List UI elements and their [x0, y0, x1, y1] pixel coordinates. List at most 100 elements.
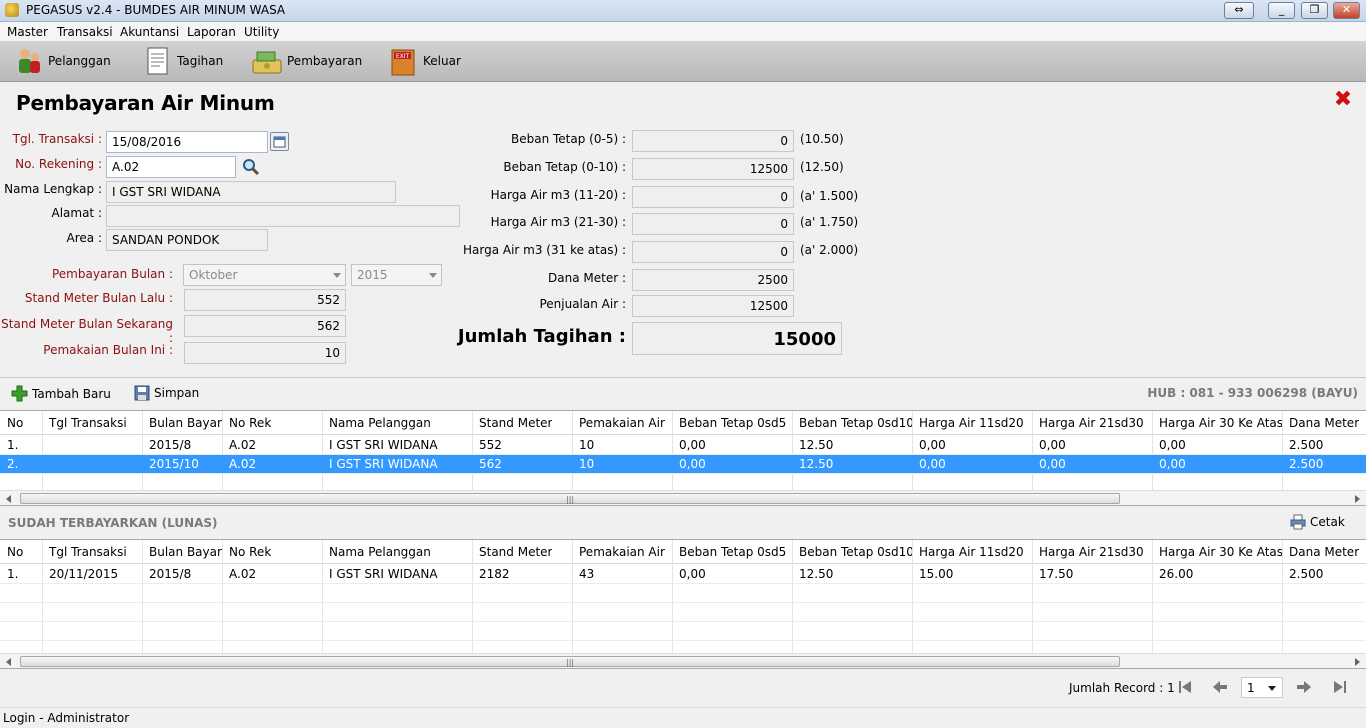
col-stand-meter-header[interactable]: Stand Meter	[473, 414, 552, 433]
col-harga-air-30-ke-atas-header[interactable]: Harga Air 30 Ke Atas	[1153, 543, 1283, 562]
harga1120-field: 0	[632, 186, 794, 208]
col-bulan-bayar-header[interactable]: Bulan Bayar	[143, 543, 222, 562]
scroll-left-icon[interactable]	[6, 495, 11, 503]
col-nama-pelanggan-header[interactable]: Nama Pelanggan	[323, 543, 431, 562]
col-stand-meter-header[interactable]: Stand Meter	[473, 543, 552, 562]
simpan-button[interactable]: Simpan	[134, 385, 199, 401]
pelanggan-button[interactable]: Pelanggan	[14, 44, 111, 78]
col-beban-tetap-0sd10-cell: 12.50	[799, 457, 834, 471]
empty-row	[0, 603, 1366, 622]
col-pemakaian-air-header[interactable]: Pemakaian Air	[573, 543, 665, 562]
scrollbar-thumb[interactable]: |||	[20, 656, 1120, 667]
horizontal-scrollbar[interactable]: |||	[0, 653, 1366, 668]
stand-lalu-field: 552	[184, 289, 346, 311]
svg-text:EXIT: EXIT	[396, 53, 410, 60]
col-beban-tetap-0sd10-cell: 12.50	[799, 567, 834, 581]
customers-icon	[19, 49, 40, 73]
restore-layout-button[interactable]: ⇔	[1224, 2, 1254, 19]
harga1120-label: Harga Air m3 (11-20) :	[490, 188, 626, 202]
jumlah-tagihan-label: Jumlah Tagihan :	[457, 326, 626, 347]
col-harga-air-21sd30-header[interactable]: Harga Air 21sd30	[1033, 543, 1144, 562]
col-dana-meter-cell: 2.500	[1289, 438, 1324, 452]
scrollbar-thumb[interactable]: |||	[20, 493, 1120, 504]
menu-laporan[interactable]: Laporan	[187, 25, 236, 39]
table-row[interactable]: 2. 2015/10 A.02 I GST SRI WIDANA 562 10 0,00 12…	[0, 455, 1366, 474]
col-no-rek-cell: A.02	[229, 457, 257, 471]
col-nama-pelanggan-cell: I GST SRI WIDANA	[329, 457, 438, 471]
save-icon	[134, 385, 150, 401]
pembayaran-button[interactable]: Pembayaran	[251, 44, 362, 78]
col-harga-air-30-ke-atas-cell: 0,00	[1159, 438, 1186, 452]
close-window-button[interactable]: ✕	[1333, 2, 1360, 19]
page-title: Pembayaran Air Minum	[16, 91, 275, 115]
beban010-label: Beban Tetap (0-10) :	[503, 160, 626, 174]
col-no-rek-header[interactable]: No Rek	[223, 414, 271, 433]
menu-utility[interactable]: Utility	[244, 25, 279, 39]
menu-transaksi[interactable]: Transaksi	[57, 25, 113, 39]
section-divider	[0, 377, 1366, 378]
grid-header: No Tgl Transaksi Bulan Bayar No Rek Nama Pel…	[0, 411, 1366, 435]
next-page-button[interactable]	[1295, 678, 1313, 696]
penjualan-label: Penjualan Air :	[539, 297, 626, 311]
col-nama-pelanggan-header[interactable]: Nama Pelanggan	[323, 414, 431, 433]
col-harga-air-21sd30-header[interactable]: Harga Air 21sd30	[1033, 414, 1144, 433]
tahun-select[interactable]: 2015	[351, 264, 442, 286]
prev-page-button[interactable]	[1211, 678, 1229, 696]
tambah-baru-button[interactable]: Tambah Baru	[11, 385, 111, 402]
maximize-button[interactable]: ❐	[1301, 2, 1328, 19]
col-no-rek-header[interactable]: No Rek	[223, 543, 271, 562]
table-row[interactable]: 1. 20/11/2015 2015/8 A.02 I GST SRI WIDANA 21…	[0, 565, 1366, 584]
col-harga-air-11sd20-cell: 15.00	[919, 567, 954, 581]
close-form-icon[interactable]: ✖	[1333, 89, 1353, 111]
tgl-transaksi-input[interactable]: 15/08/2016	[106, 131, 268, 153]
search-icon[interactable]	[241, 157, 261, 177]
col-no-rek-cell: A.02	[229, 567, 257, 581]
alamat-field	[106, 205, 460, 227]
table-row[interactable]: 1. 2015/8 A.02 I GST SRI WIDANA 552 10 0,00 12.…	[0, 436, 1366, 455]
col-dana-meter-header[interactable]: Dana Meter	[1283, 543, 1359, 562]
stand-sekarang-label: Stand Meter Bulan Sekarang :	[1, 317, 173, 345]
scroll-left-icon[interactable]	[6, 658, 11, 666]
col-harga-air-11sd20-header[interactable]: Harga Air 11sd20	[913, 414, 1024, 433]
col-harga-air-30-ke-atas-header[interactable]: Harga Air 30 Ke Atas	[1153, 414, 1283, 433]
col-tgl-transaksi-header[interactable]: Tgl Transaksi	[43, 543, 127, 562]
harga31-field: 0	[632, 241, 794, 263]
jumlah-tagihan-field: 15000	[632, 322, 842, 355]
prev-page-icon	[1213, 681, 1227, 693]
horizontal-scrollbar[interactable]: |||	[0, 490, 1366, 505]
col-beban-tetap-0sd10-header[interactable]: Beban Tetap 0sd10	[793, 543, 914, 562]
beban010-note: (12.50)	[800, 160, 844, 174]
keluar-button[interactable]: EXIT Keluar	[389, 44, 461, 78]
col-tgl-transaksi-header[interactable]: Tgl Transaksi	[43, 414, 127, 433]
pemakaian-label: Pemakaian Bulan Ini :	[43, 343, 173, 357]
col-pemakaian-air-header[interactable]: Pemakaian Air	[573, 414, 665, 433]
calendar-button[interactable]	[270, 132, 289, 151]
col-beban-tetap-0sd5-header[interactable]: Beban Tetap 0sd5	[673, 414, 786, 433]
col-beban-tetap-0sd5-header[interactable]: Beban Tetap 0sd5	[673, 543, 786, 562]
bulan-select[interactable]: Oktober	[183, 264, 346, 286]
minimize-button[interactable]: _	[1268, 2, 1295, 19]
col-stand-meter-cell: 552	[479, 438, 502, 452]
beban05-label: Beban Tetap (0-5) :	[511, 132, 626, 146]
no-rekening-input[interactable]: A.02	[106, 156, 236, 178]
menu-master[interactable]: Master	[7, 25, 48, 39]
scroll-right-icon[interactable]	[1355, 658, 1360, 666]
col-harga-air-11sd20-header[interactable]: Harga Air 11sd20	[913, 543, 1024, 562]
scroll-right-icon[interactable]	[1355, 495, 1360, 503]
col-beban-tetap-0sd10-cell: 12.50	[799, 438, 834, 452]
cetak-button[interactable]: Cetak	[1290, 514, 1345, 530]
page-select[interactable]: 1	[1241, 677, 1283, 698]
harga31-label: Harga Air m3 (31 ke atas) :	[462, 243, 626, 257]
tagihan-button[interactable]: Tagihan	[143, 44, 223, 78]
menu-akuntansi[interactable]: Akuntansi	[120, 25, 179, 39]
col-no-header[interactable]: No	[1, 543, 23, 562]
col-bulan-bayar-header[interactable]: Bulan Bayar	[143, 414, 222, 433]
col-no-header[interactable]: No	[1, 414, 23, 433]
first-page-button[interactable]	[1176, 678, 1194, 696]
col-dana-meter-header[interactable]: Dana Meter	[1283, 414, 1359, 433]
last-page-button[interactable]	[1331, 678, 1349, 696]
col-pemakaian-air-cell: 43	[579, 567, 595, 581]
col-bulan-bayar-cell: 2015/8	[149, 438, 192, 452]
col-no-cell: 1.	[7, 438, 19, 452]
col-beban-tetap-0sd10-header[interactable]: Beban Tetap 0sd10	[793, 414, 914, 433]
